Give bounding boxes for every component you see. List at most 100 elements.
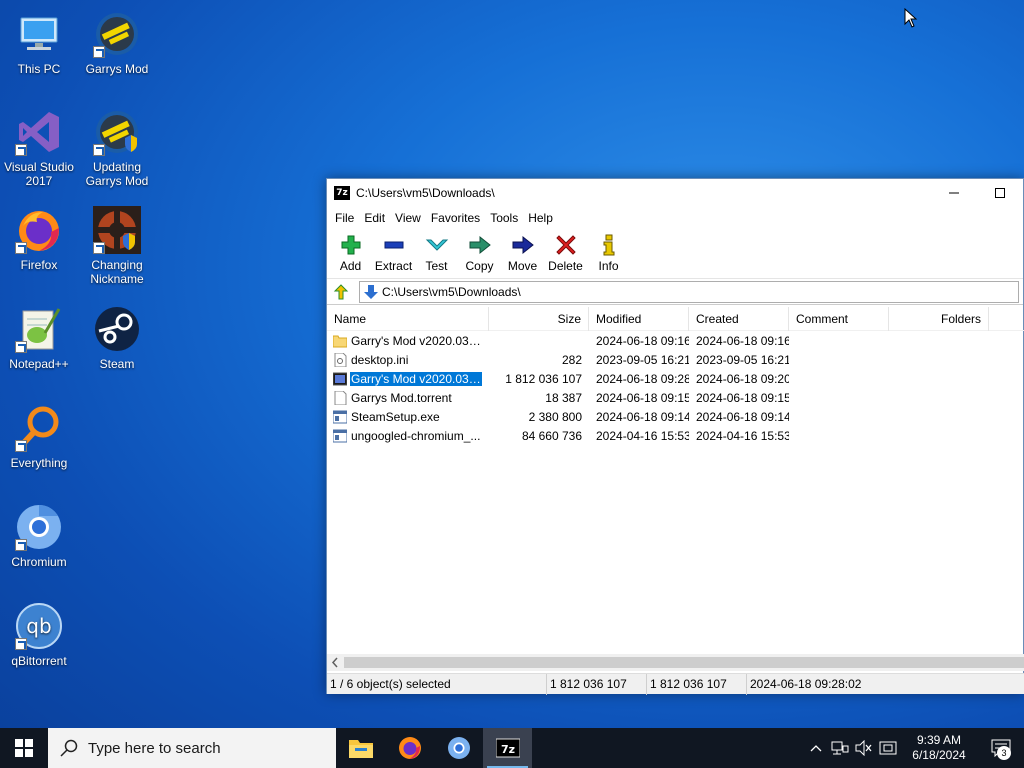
file-row[interactable]: Garry's Mod v2020.03.17 2024-06-18 09:16… bbox=[327, 331, 1024, 350]
desktop-icon-notepadpp[interactable]: Notepad++ bbox=[0, 305, 78, 371]
file-row[interactable]: ungoogled-chromium_... 84 660 736 2024-0… bbox=[327, 426, 1024, 445]
check-chevron-icon bbox=[425, 239, 448, 251]
delete-button[interactable]: Delete bbox=[544, 229, 587, 273]
mouse-cursor-icon bbox=[904, 8, 918, 28]
title-bar[interactable]: 7z C:\Users\vm5\Downloads\ bbox=[327, 179, 1023, 207]
desktop-icon-everything[interactable]: Everything bbox=[0, 404, 78, 470]
column-modified[interactable]: Modified bbox=[589, 306, 689, 331]
scroll-left-icon[interactable] bbox=[327, 654, 344, 671]
move-button[interactable]: Move bbox=[501, 229, 544, 273]
maximize-button[interactable] bbox=[977, 179, 1023, 207]
desktop-icon-updating-garrys-mod[interactable]: Updating Garrys Mod bbox=[78, 108, 156, 188]
steam-icon bbox=[93, 305, 141, 353]
garrys-mod-icon bbox=[93, 108, 141, 156]
file-row[interactable]: desktop.ini 282 2023-09-05 16:21 2023-09… bbox=[327, 350, 1024, 369]
desktop-icon-label: qBittorrent bbox=[11, 654, 67, 668]
input-indicator-button[interactable] bbox=[876, 728, 900, 768]
shortcut-arrow-icon bbox=[15, 440, 27, 452]
extract-button[interactable]: Extract bbox=[372, 229, 415, 273]
menu-tools[interactable]: Tools bbox=[485, 211, 523, 225]
network-button[interactable] bbox=[828, 728, 852, 768]
info-icon bbox=[603, 234, 614, 256]
menu-view[interactable]: View bbox=[390, 211, 426, 225]
clock[interactable]: 9:39 AM 6/18/2024 bbox=[900, 733, 978, 763]
show-hidden-icons-button[interactable] bbox=[804, 728, 828, 768]
add-label: Add bbox=[339, 259, 362, 273]
taskbar-chromium[interactable] bbox=[434, 728, 483, 768]
desktop-icon-visual-studio[interactable]: Visual Studio 2017 bbox=[0, 108, 78, 188]
system-tray: 9:39 AM 6/18/2024 3 bbox=[804, 728, 1024, 768]
desktop-icon-qbittorrent[interactable]: qb qBittorrent bbox=[0, 602, 78, 668]
folder-icon bbox=[333, 335, 347, 347]
minus-icon bbox=[384, 241, 403, 249]
taskbar-firefox[interactable] bbox=[385, 728, 434, 768]
column-size[interactable]: Size bbox=[489, 306, 589, 331]
desktop-icon-label: This PC bbox=[17, 62, 61, 76]
file-modified: 2024-06-18 09:14 bbox=[596, 409, 689, 424]
file-size: 18 387 bbox=[545, 390, 582, 405]
desktop-icon-label: Visual Studio 2017 bbox=[4, 160, 74, 188]
shortcut-arrow-icon bbox=[15, 242, 27, 254]
plus-icon bbox=[341, 235, 360, 255]
file-row-selected[interactable]: Garry's Mod v2020.03.17... 1 812 036 107… bbox=[327, 369, 1024, 388]
move-label: Move bbox=[507, 259, 538, 273]
column-folders[interactable]: Folders bbox=[889, 306, 989, 331]
taskbar-search-box[interactable]: Type here to search bbox=[48, 728, 336, 768]
network-icon bbox=[831, 741, 849, 755]
action-center-button[interactable]: 3 bbox=[978, 728, 1024, 768]
file-modified: 2024-04-16 15:53 bbox=[596, 428, 689, 443]
taskbar-file-explorer[interactable] bbox=[336, 728, 385, 768]
info-button[interactable]: Info bbox=[587, 229, 630, 273]
volume-button[interactable] bbox=[852, 728, 876, 768]
desktop-icon-changing-nickname[interactable]: Changing Nickname bbox=[78, 206, 156, 286]
menu-help[interactable]: Help bbox=[523, 211, 558, 225]
everything-search-icon bbox=[15, 404, 63, 452]
menu-favorites[interactable]: Favorites bbox=[426, 211, 485, 225]
svg-text:qb: qb bbox=[26, 614, 51, 638]
shortcut-arrow-icon bbox=[93, 144, 105, 156]
desktop-icon-this-pc[interactable]: This PC bbox=[0, 10, 78, 76]
file-created: 2024-04-16 15:53 bbox=[696, 428, 789, 443]
file-modified: 2023-09-05 16:21 bbox=[596, 352, 689, 367]
desktop-icon-firefox[interactable]: Firefox bbox=[0, 206, 78, 272]
notepadpp-icon bbox=[15, 305, 63, 353]
minimize-button[interactable] bbox=[931, 179, 977, 207]
desktop-icon-steam[interactable]: Steam bbox=[78, 305, 156, 371]
desktop-icon-chromium[interactable]: Chromium bbox=[0, 503, 78, 569]
file-row[interactable]: Garrys Mod.torrent 18 387 2024-06-18 09:… bbox=[327, 388, 1024, 407]
desktop-icon-label: Firefox bbox=[20, 258, 58, 272]
desktop-icon-garrys-mod[interactable]: Garrys Mod bbox=[78, 10, 156, 76]
address-bar[interactable]: C:\Users\vm5\Downloads\ bbox=[359, 280, 1019, 303]
desktop-icon-label: Notepad++ bbox=[9, 357, 69, 371]
file-size: 282 bbox=[561, 352, 582, 367]
copy-button[interactable]: Copy bbox=[458, 229, 501, 273]
menu-file[interactable]: File bbox=[330, 211, 359, 225]
down-arrow-icon bbox=[364, 284, 378, 299]
exe-icon bbox=[333, 429, 347, 442]
test-button[interactable]: Test bbox=[415, 229, 458, 273]
menu-edit[interactable]: Edit bbox=[359, 211, 390, 225]
column-comment[interactable]: Comment bbox=[789, 306, 889, 331]
svg-text:7z: 7z bbox=[500, 743, 514, 756]
file-name: Garry's Mod v2020.03.17 bbox=[351, 333, 482, 348]
desktop-icon-label: Changing Nickname bbox=[90, 258, 144, 286]
taskbar-7zip[interactable]: 7z bbox=[483, 728, 532, 768]
start-button[interactable] bbox=[0, 728, 48, 768]
clock-date: 6/18/2024 bbox=[912, 748, 966, 762]
scrollbar-thumb[interactable] bbox=[344, 657, 1024, 668]
up-folder-button[interactable] bbox=[331, 282, 351, 302]
column-name[interactable]: Name bbox=[327, 306, 489, 331]
move-arrow-icon bbox=[512, 235, 534, 255]
desktop-icon-label: Steam bbox=[99, 357, 135, 371]
file-icon bbox=[334, 390, 347, 405]
maximize-icon bbox=[995, 188, 1005, 198]
visual-studio-icon bbox=[15, 108, 63, 156]
horizontal-scrollbar[interactable] bbox=[327, 654, 1024, 671]
file-row[interactable]: SteamSetup.exe 2 380 800 2024-06-18 09:1… bbox=[327, 407, 1024, 426]
status-size: 1 812 036 107 bbox=[547, 673, 647, 695]
column-header: Name Size Modified Created Comment Folde… bbox=[327, 306, 1024, 331]
column-created[interactable]: Created bbox=[689, 306, 789, 331]
file-size: 84 660 736 bbox=[521, 428, 582, 443]
add-button[interactable]: Add bbox=[329, 229, 372, 273]
7z-archive-icon bbox=[333, 372, 347, 385]
